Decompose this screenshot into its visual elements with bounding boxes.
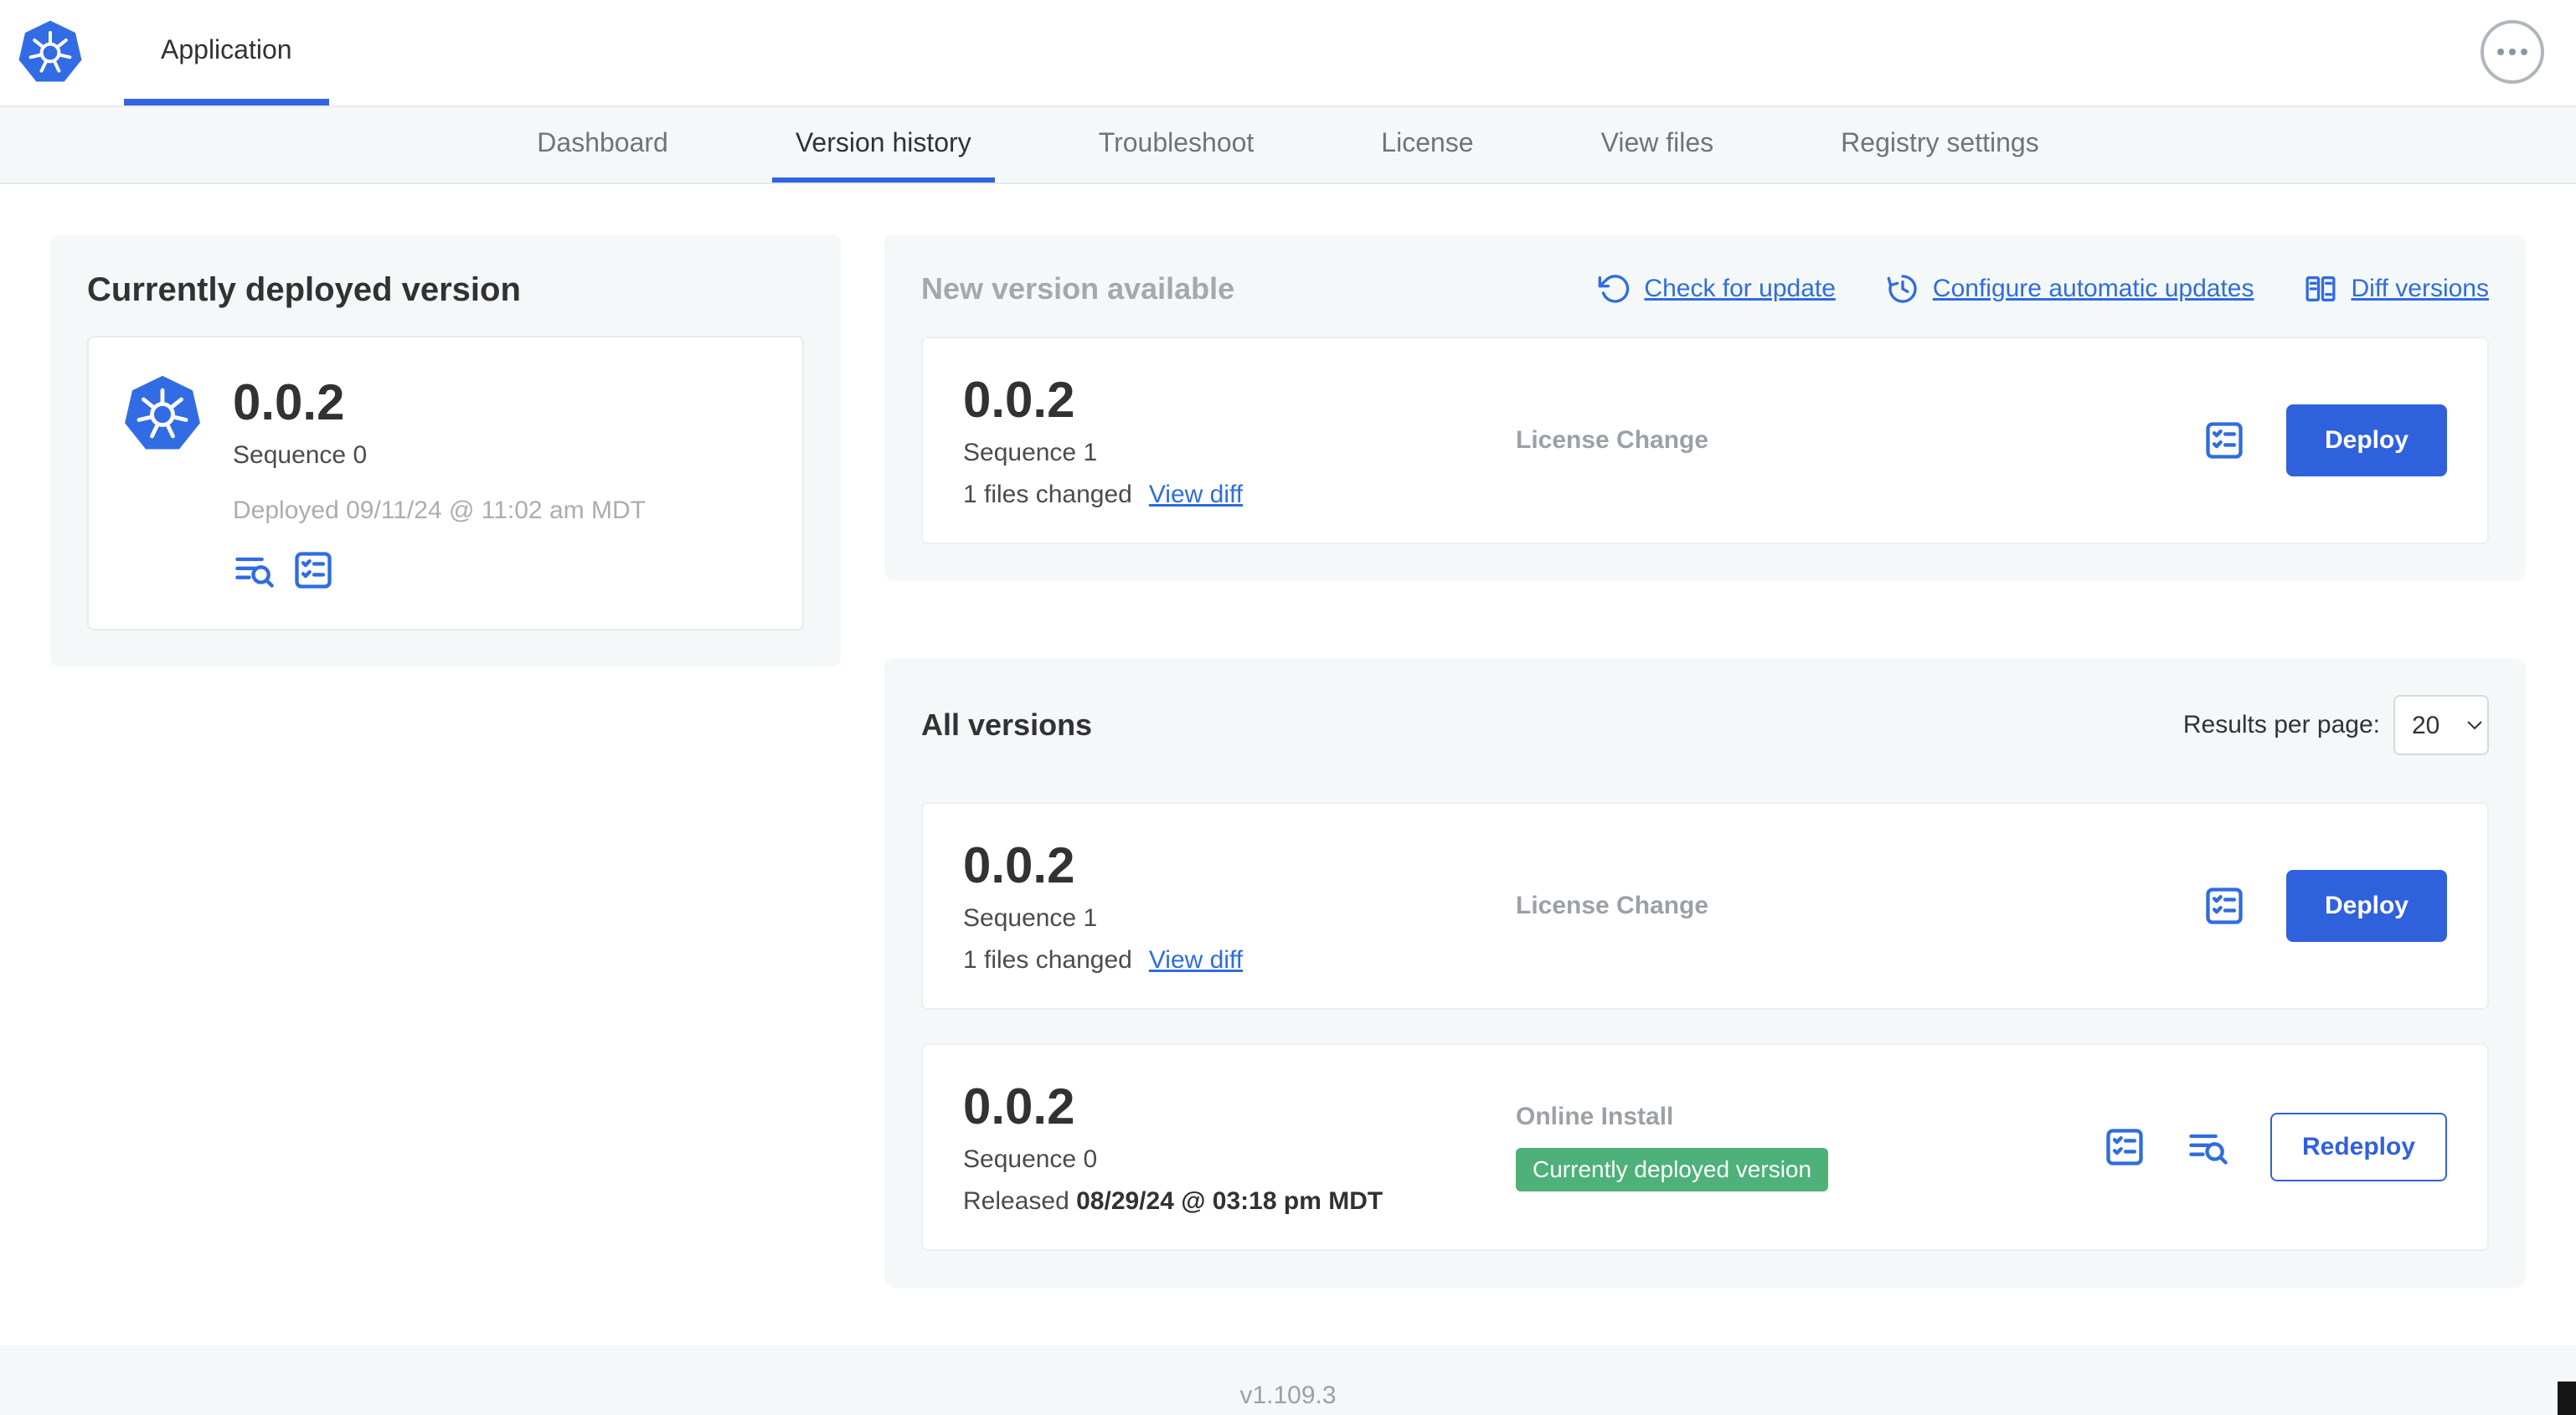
tab-registry-settings[interactable]: Registry settings (1817, 107, 2063, 183)
tab-view-files[interactable]: View files (1578, 107, 1738, 183)
tab-application[interactable]: Application (124, 0, 329, 105)
current-version-panel: Currently deployed version 0.0.2 Sequenc… (50, 234, 841, 667)
version-number: 0.0.2 (963, 1078, 1075, 1135)
app-tab-label: Application (161, 33, 292, 64)
version-source: License Change (1516, 892, 2202, 920)
view-deploy-logs-icon[interactable] (233, 548, 276, 592)
version-info: 0.0.2 Sequence 1 1 files changed View di… (963, 837, 1516, 975)
sequence-label: Sequence 0 (233, 441, 368, 469)
sequence-label: Sequence 0 (963, 1145, 1098, 1173)
preflight-checks-icon[interactable] (2202, 419, 2246, 462)
app-root: Application Dashboard Version history Tr… (0, 0, 2576, 1415)
app-header: Application (0, 0, 2576, 107)
view-diff-link[interactable]: View diff (1149, 946, 1243, 975)
version-actions: Redeploy (2103, 1113, 2447, 1181)
deploy-button[interactable]: Deploy (2285, 404, 2447, 476)
source-label: License Change (1516, 426, 1709, 454)
preflight-checks-icon[interactable] (2103, 1125, 2146, 1169)
update-actions: Check for update Configure automatic upd… (1597, 272, 2489, 306)
version-row: 0.0.2 Sequence 1 1 files changed View di… (921, 802, 2489, 1010)
diff-versions-link[interactable]: Diff versions (2304, 272, 2489, 306)
tab-troubleshoot[interactable]: Troubleshoot (1075, 107, 1278, 183)
version-source: License Change (1516, 426, 2202, 455)
view-diff-link[interactable]: View diff (1149, 481, 1243, 509)
files-changed-row: 1 files changed View diff (963, 481, 1516, 509)
new-version-panel-header: New version available Check for update C… (921, 271, 2489, 306)
source-label: License Change (1516, 892, 1709, 919)
preflight-checks-icon[interactable] (291, 548, 335, 592)
deploy-button[interactable]: Deploy (2285, 870, 2447, 942)
files-changed-label: 1 files changed (963, 946, 1132, 974)
main-content: Currently deployed version 0.0.2 Sequenc… (0, 184, 2576, 1288)
results-per-page: Results per page: 20 (2183, 695, 2489, 755)
results-per-page-select[interactable]: 20 (2393, 695, 2489, 755)
version-row: 0.0.2 Sequence 0 Released 08/29/24 @ 03:… (921, 1043, 2489, 1251)
new-version-title: New version available (921, 271, 1235, 306)
rotate-ccw-icon (1599, 275, 1630, 303)
new-version-panel: New version available Check for update C… (884, 234, 2526, 581)
version-number: 0.0.2 (233, 374, 345, 430)
deployed-timestamp: Deployed 09/11/24 @ 11:02 am MDT (233, 497, 646, 524)
tab-version-history[interactable]: Version history (771, 107, 995, 183)
console-version: v1.109.3 (1239, 1382, 1337, 1409)
current-version-details: 0.0.2 Sequence 0 Deployed 09/11/24 @ 11:… (233, 374, 646, 592)
version-info: 0.0.2 Sequence 0 Released 08/29/24 @ 03:… (963, 1078, 1516, 1216)
configure-automatic-updates-link[interactable]: Configure automatic updates (1886, 272, 2254, 306)
current-version-title: Currently deployed version (87, 271, 521, 308)
sequence-label: Sequence 1 (963, 904, 1098, 932)
sequence-label: Sequence 1 (963, 439, 1098, 466)
redeploy-button[interactable]: Redeploy (2269, 1113, 2447, 1181)
diff-icon (2306, 276, 2336, 301)
app-subnav: Dashboard Version history Troubleshoot L… (0, 107, 2576, 184)
source-label: Online Install (1516, 1103, 1674, 1130)
version-info: 0.0.2 Sequence 1 1 files changed View di… (963, 372, 1516, 509)
ellipsis-icon (2497, 49, 2504, 55)
currently-deployed-badge: Currently deployed version (1516, 1148, 1829, 1191)
update-clock-icon (1887, 275, 1917, 303)
preflight-checks-icon[interactable] (2202, 884, 2246, 928)
version-number: 0.0.2 (963, 372, 1075, 428)
all-versions-panel: All versions Results per page: 20 0.0.2 … (884, 658, 2526, 1288)
current-version-actions (233, 548, 646, 592)
released-timestamp: Released 08/29/24 @ 03:18 pm MDT (963, 1187, 1383, 1215)
results-per-page-label: Results per page: (2182, 711, 2380, 738)
tab-license[interactable]: License (1358, 107, 1497, 183)
version-actions: Deploy (2202, 404, 2447, 476)
files-changed-label: 1 files changed (963, 481, 1132, 508)
kubernetes-logo-icon (122, 374, 203, 592)
version-actions: Deploy (2202, 870, 2447, 942)
check-for-update-link[interactable]: Check for update (1597, 272, 1836, 306)
version-history-column: New version available Check for update C… (884, 234, 2526, 1288)
new-version-card: 0.0.2 Sequence 1 1 files changed View di… (921, 337, 2489, 544)
version-source: Online Install Currently deployed versio… (1516, 1103, 2103, 1191)
all-versions-title: All versions (921, 708, 1093, 742)
version-number: 0.0.2 (963, 837, 1075, 893)
current-version-card: 0.0.2 Sequence 0 Deployed 09/11/24 @ 11:… (87, 336, 804, 630)
files-changed-row: 1 files changed View diff (963, 946, 1516, 975)
tab-dashboard[interactable]: Dashboard (513, 107, 692, 183)
app-footer: v1.109.3 (0, 1345, 2576, 1415)
kubernetes-logo-icon (17, 0, 84, 105)
view-deploy-logs-icon[interactable] (2187, 1125, 2230, 1169)
all-versions-header: All versions Results per page: 20 (921, 695, 2489, 755)
overflow-menu-button[interactable] (2481, 20, 2544, 84)
screen-corner-artifact (2558, 1382, 2576, 1415)
